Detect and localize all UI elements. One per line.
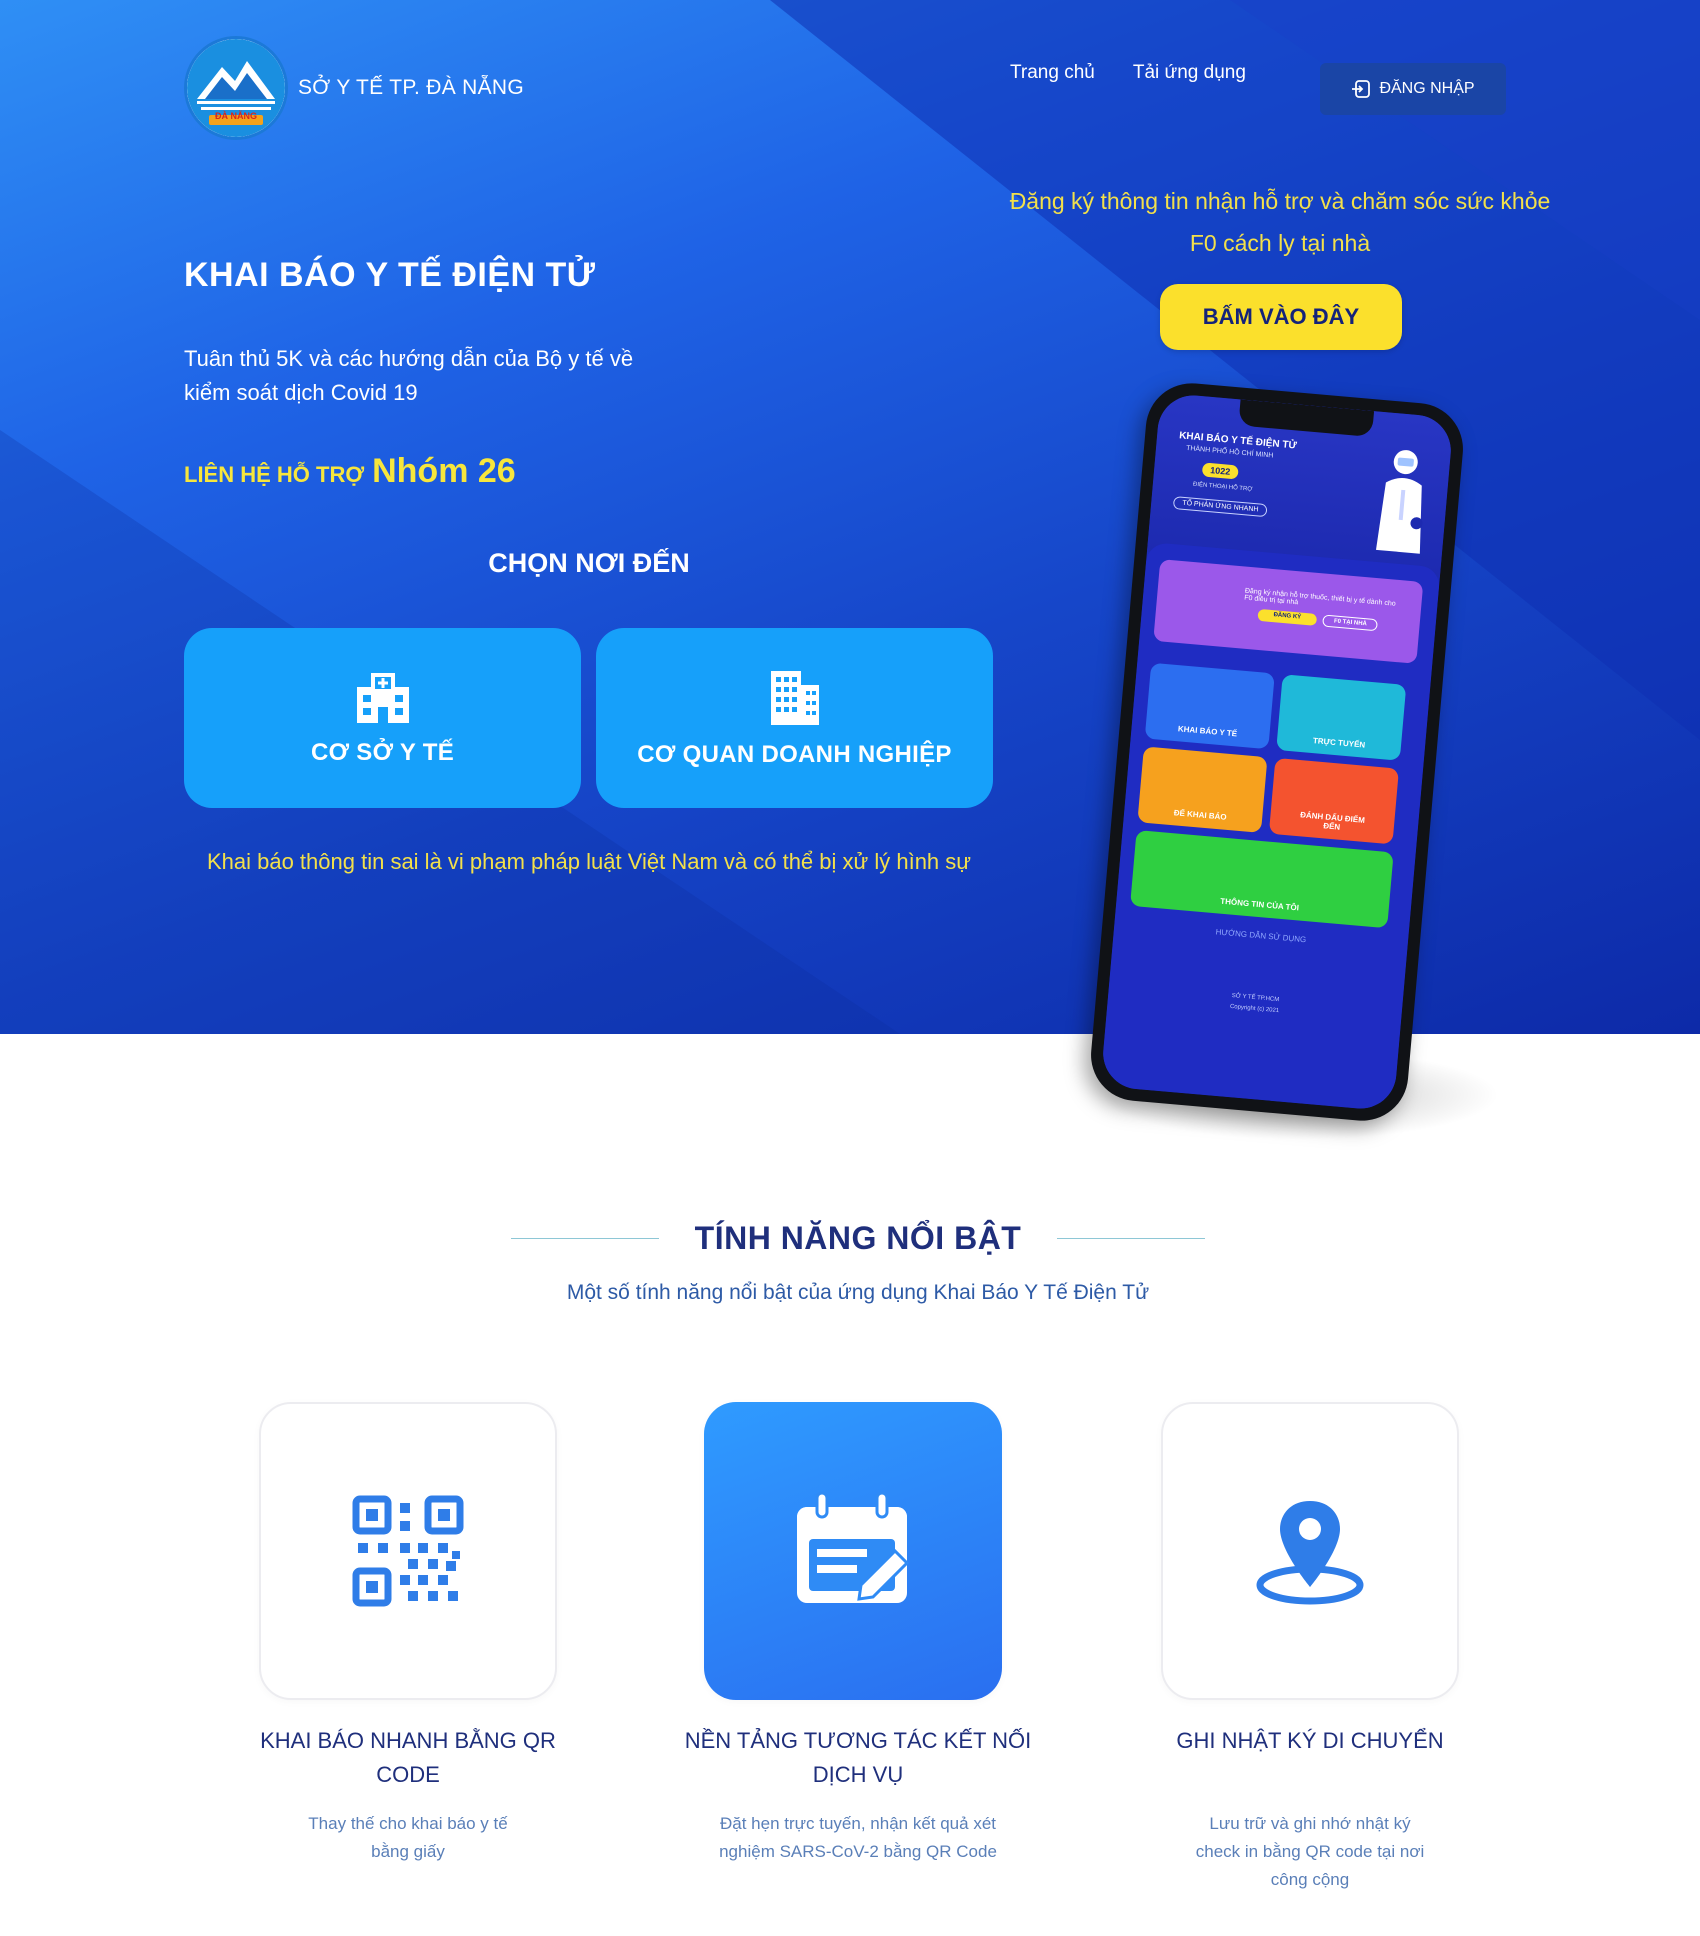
app-register-button-2: F0 TẠI NHÀ — [1322, 614, 1379, 632]
hospital-icon — [356, 673, 409, 723]
login-button[interactable]: ĐĂNG NHẬP — [1320, 63, 1506, 115]
f0-promo-text: Đăng ký thông tin nhận hỗ trợ và chăm só… — [1009, 188, 1551, 256]
login-icon — [1352, 80, 1371, 98]
calendar-edit-icon — [797, 1491, 910, 1603]
business-agency-label: CƠ QUAN DOANH NGHIỆP — [637, 741, 952, 768]
app-tile-my-info: THÔNG TIN CỦA TÔI — [1130, 830, 1394, 929]
nav-home[interactable]: Trang chủ — [1010, 62, 1095, 84]
divider — [1057, 1238, 1206, 1239]
feature-name-service: NỀN TẢNG TƯƠNG TÁC KẾT NỐI DỊCH VỤ — [684, 1728, 1032, 1787]
medical-facility-button[interactable]: CƠ SỞ Y TẾ — [184, 628, 581, 808]
app-tile-qr-declare: ĐỂ KHAI BÁO — [1137, 746, 1268, 833]
support-value: Nhóm 26 — [372, 452, 516, 490]
app-tile-qr-mark: ĐÁNH DẤU ĐIỂM ĐẾN — [1268, 757, 1400, 845]
support-label: LIÊN HỆ HỖ TRỢ — [184, 462, 365, 487]
feature-name-qr: KHAI BÁO NHANH BẰNG QR CODE — [260, 1728, 556, 1787]
feature-desc-qr: Thay thế cho khai báo y tế bằng giấy — [308, 1814, 508, 1861]
support-contact: LIÊN HỆ HỖ TRỢ Nhóm 26 — [184, 452, 516, 491]
features-heading: TÍNH NĂNG NỔI BẬT — [505, 1220, 1211, 1257]
legal-warning: Khai báo thông tin sai là vi phạm pháp l… — [206, 849, 972, 874]
click-here-button[interactable]: BẤM VÀO ĐÂY — [1160, 284, 1402, 350]
logo-badge-text: ĐÀ NẴNG — [215, 111, 257, 121]
feature-desc-service: Đặt hẹn trực tuyến, nhận kết quả xét ngh… — [719, 1814, 997, 1861]
danang-logo-icon: ĐÀ NẴNG — [184, 36, 288, 140]
app-tile-my-info-label: THÔNG TIN CỦA TÔI — [1219, 896, 1300, 913]
phone-mockup: KHAI BÁO Y TẾ ĐIỆN TỬ THÀNH PHỐ HỒ CHÍ M… — [1087, 379, 1467, 1125]
medical-facility-label: CƠ SỞ Y TẾ — [310, 739, 455, 766]
top-nav: Trang chủ Tải ứng dụng — [1010, 62, 1284, 84]
app-tile-qr-declare-label: ĐỂ KHAI BÁO — [1173, 808, 1227, 822]
qr-code-icon — [352, 1495, 464, 1607]
app-hotline-caption: ĐIỆN THOẠI HỖ TRỢ — [1192, 481, 1253, 493]
feature-name-travel-log: GHI NHẬT KÝ DI CHUYỂN — [1176, 1728, 1444, 1753]
app-tile-declare-label: KHAI BÁO Y TẾ — [1177, 724, 1238, 739]
app-tile-register: Đăng ký nhận hỗ trợ thuốc, thiết bị y tế… — [1153, 559, 1424, 664]
features-subtitle: Một số tính năng nổi bật của ứng dụng Kh… — [566, 1281, 1150, 1304]
app-tile-schedule-label: TRỰC TUYẾN — [1312, 736, 1366, 750]
phone-screen: KHAI BÁO Y TẾ ĐIỆN TỬ THÀNH PHỐ HỒ CHÍ M… — [1100, 392, 1454, 1112]
app-body: Đăng ký nhận hỗ trợ thuốc, thiết bị y tế… — [1100, 541, 1441, 1112]
app-tile-schedule: TRỰC TUYẾN — [1276, 674, 1407, 761]
logo[interactable]: ĐÀ NẴNG SỞ Y TẾ TP. ĐÀ NẴNG — [184, 36, 524, 140]
app-footer: SỞ Y TẾ TP.HCM Copyright (c) 2021 — [1108, 980, 1403, 1028]
hero-description: Tuân thủ 5K và các hướng dẫn của Bộ y tế… — [184, 346, 634, 405]
app-tile-declare: KHAI BÁO Y TẾ — [1144, 662, 1275, 750]
business-agency-button[interactable]: CƠ QUAN DOANH NGHIỆP — [596, 628, 993, 808]
login-label: ĐĂNG NHẬP — [1379, 80, 1475, 97]
app-tile-qr-mark-label: ĐÁNH DẤU ĐIỂM ĐẾN — [1299, 810, 1366, 832]
nav-download[interactable]: Tải ứng dụng — [1133, 62, 1246, 84]
app-register-button: ĐĂNG KÝ — [1257, 608, 1318, 626]
feature-card-service[interactable] — [704, 1402, 1002, 1700]
app-rapid-response: TỔ PHẢN ỨNG NHANH — [1172, 496, 1268, 518]
feature-card-qr[interactable] — [259, 1402, 557, 1700]
location-pin-icon — [1256, 1501, 1364, 1605]
hero-title: KHAI BÁO Y TẾ ĐIỆN TỬ — [184, 256, 596, 294]
logo-text: SỞ Y TẾ TP. ĐÀ NẴNG — [298, 76, 525, 99]
feature-card-travel-log[interactable] — [1161, 1402, 1459, 1700]
features-title: TÍNH NĂNG NỔI BẬT — [694, 1220, 1022, 1256]
feature-desc-travel-log: Lưu trữ và ghi nhớ nhật ký check in bằng… — [1195, 1814, 1425, 1889]
doctor-illustration-icon — [1375, 450, 1423, 554]
building-icon — [770, 671, 819, 725]
app-hotline: 1022 — [1201, 462, 1239, 480]
divider — [510, 1238, 659, 1239]
choose-destination-title: CHỌN NƠI ĐẾN — [488, 548, 690, 578]
